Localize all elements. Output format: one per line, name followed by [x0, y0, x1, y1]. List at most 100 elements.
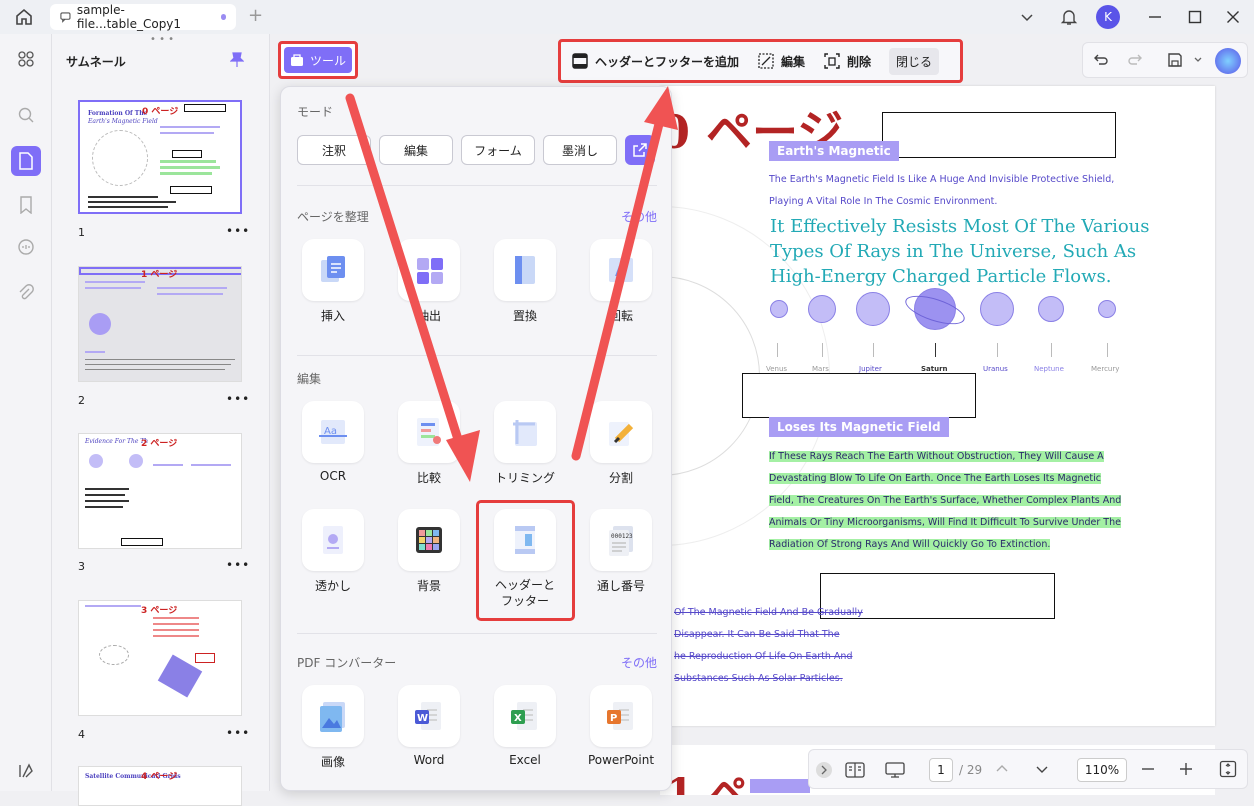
ocr-tool[interactable]: Aa OCR [293, 401, 373, 483]
mode-section-title: モード [297, 105, 334, 119]
replace-tool[interactable]: 置換 [485, 239, 565, 324]
planet-label: Neptune [1034, 365, 1064, 373]
replace-label: 置換 [512, 309, 537, 323]
converter-more-link[interactable]: その他 [621, 654, 657, 671]
collapse-chevron-icon[interactable] [816, 762, 832, 778]
thumb-more-button[interactable]: ••• [226, 392, 250, 406]
save-icon[interactable] [1167, 52, 1183, 68]
delete-button[interactable]: 削除 [823, 52, 871, 70]
next-page-icon[interactable] [1035, 762, 1049, 776]
bell-icon[interactable] [1058, 6, 1080, 28]
document-page: 0 ページ Earth's Magnetic The Earth's Magne… [660, 86, 1215, 726]
page-thumbnail-2[interactable]: 1 ページ [78, 266, 242, 382]
page-thumbnail-5[interactable]: Satellite Communicati Grids 4 ページ [78, 766, 242, 806]
page-header-label: 1 ペ [666, 770, 748, 795]
to-word-tool[interactable]: W Word [389, 685, 469, 767]
page-thumbnail-3[interactable]: Evidence For The Th 2 ページ [78, 433, 242, 549]
ai-assistant-icon[interactable] [1215, 48, 1241, 74]
to-excel-tool[interactable]: X Excel [485, 685, 565, 767]
rotate-tool[interactable]: A 回転 [581, 239, 661, 324]
undo-icon[interactable] [1093, 52, 1109, 68]
page-navigation-bar: 1 / 29 110% [808, 749, 1248, 789]
previous-page-icon[interactable] [995, 762, 1009, 776]
tools-button[interactable]: ツール [278, 41, 358, 79]
document-tab[interactable]: sample-file...table_Copy1 [50, 3, 236, 31]
close-window-icon[interactable] [1222, 6, 1244, 28]
mode-annotate-button[interactable]: 注釈 [297, 135, 371, 165]
planet-label: Mercury [1091, 365, 1120, 373]
minimize-icon[interactable] [1144, 6, 1166, 28]
save-options-chevron-icon[interactable] [1193, 55, 1203, 65]
thumb-title: Formation Of The [88, 110, 148, 117]
delete-icon [824, 53, 840, 69]
organize-more-link[interactable]: その他 [621, 208, 657, 225]
zoom-level-input[interactable]: 110% [1077, 758, 1127, 782]
tools-label: ツール [309, 53, 346, 68]
thumbnail-pages-icon[interactable] [11, 146, 41, 176]
watermark-tool[interactable]: 透かし [293, 509, 373, 594]
compare-icon [417, 418, 441, 446]
maximize-icon[interactable] [1184, 6, 1206, 28]
thumb-page-number: 1 [78, 226, 85, 239]
undo-redo-save-group [1082, 42, 1248, 78]
comments-icon[interactable] [11, 232, 41, 262]
new-tab-button[interactable]: + [248, 5, 263, 26]
watermark-label: 透かし [314, 579, 351, 593]
bookmark-icon[interactable] [11, 190, 41, 220]
rotate-icon: A [609, 258, 633, 282]
layers-icon[interactable] [11, 756, 41, 786]
crop-tool[interactable]: トリミング [485, 401, 565, 486]
svg-text:P: P [610, 713, 617, 724]
bates-number-icon: 000123 [609, 526, 633, 556]
thumb-title: Evidence For The Th [85, 438, 149, 445]
close-toolbar-button[interactable]: 閉じる [889, 47, 940, 75]
drag-handle-icon[interactable]: • • • [150, 34, 174, 45]
thumb-more-button[interactable]: ••• [226, 726, 250, 740]
search-icon[interactable] [11, 100, 41, 130]
attachment-icon[interactable] [11, 278, 41, 308]
page-number-input[interactable]: 1 [929, 758, 953, 782]
pin-icon[interactable] [230, 52, 244, 68]
watermark-icon [323, 526, 343, 554]
planet-mars [808, 295, 836, 323]
bates-number-label: 通し番号 [596, 579, 645, 593]
presentation-icon[interactable] [885, 761, 905, 779]
page-thumbnail-4[interactable]: 3 ページ [78, 600, 242, 716]
chevron-down-icon[interactable] [1016, 6, 1038, 28]
avatar[interactable]: K [1096, 5, 1120, 29]
background-tool[interactable]: 背景 [389, 509, 469, 594]
redo-icon[interactable] [1127, 52, 1143, 68]
fit-page-icon[interactable] [1219, 760, 1237, 778]
zoom-out-icon[interactable] [1141, 762, 1155, 776]
thumb-more-button[interactable]: ••• [226, 224, 250, 238]
thumb-figure [92, 130, 148, 186]
compare-tool[interactable]: 比較 [389, 401, 469, 486]
split-tool[interactable]: 分割 [581, 401, 661, 486]
add-header-footer-button[interactable]: ヘッダーとフッターを追加 [571, 52, 739, 70]
compare-label: 比較 [416, 471, 441, 485]
redaction-box [742, 373, 976, 418]
organize-section-title: ページを整理 [297, 210, 369, 224]
mode-form-button[interactable]: フォーム [461, 135, 535, 165]
apps-grid-icon[interactable] [11, 44, 41, 74]
insert-tool[interactable]: 挿入 [293, 239, 373, 324]
planet-uranus [980, 292, 1014, 326]
redaction-box [882, 112, 1116, 158]
comment-icon [60, 12, 71, 23]
planet-label: Uranus [983, 365, 1008, 373]
thumb-more-button[interactable]: ••• [226, 558, 250, 572]
bates-number-tool[interactable]: 000123 通し番号 [581, 509, 661, 594]
page-thumbnail-1[interactable]: Formation Of The Earth's Magnetic Field … [78, 100, 242, 214]
edit-button[interactable]: 編集 [757, 52, 805, 70]
mode-edit-button[interactable]: 編集 [379, 135, 453, 165]
zoom-in-icon[interactable] [1179, 762, 1193, 776]
home-icon[interactable] [14, 7, 34, 27]
thumb-page-label: 3 ページ [141, 606, 178, 616]
word-icon: W [415, 702, 441, 730]
mode-redact-button[interactable]: 墨消し [543, 135, 617, 165]
to-image-tool[interactable]: 画像 [293, 685, 373, 770]
extract-tool[interactable]: 抽出 [389, 239, 469, 324]
to-powerpoint-tool[interactable]: P PowerPoint [581, 685, 661, 767]
page-layout-icon[interactable] [845, 761, 865, 779]
open-external-icon[interactable] [625, 135, 655, 165]
